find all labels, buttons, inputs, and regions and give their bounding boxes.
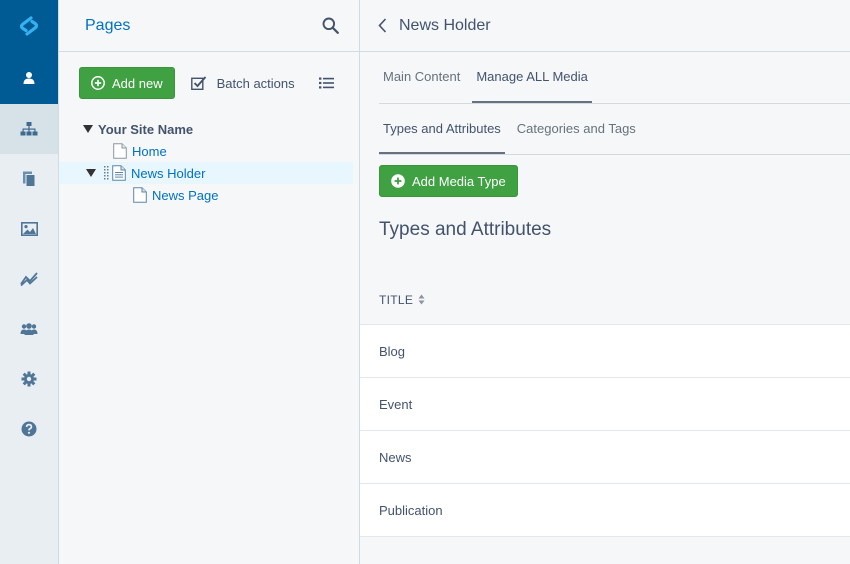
silverstripe-logo-icon (19, 16, 39, 36)
holder-page-icon (112, 165, 126, 181)
expand-arrow-icon[interactable] (83, 125, 93, 133)
batch-actions-label: Batch actions (216, 75, 295, 91)
sitetree-icon (20, 122, 38, 136)
security-icon (20, 323, 38, 335)
table-row[interactable]: Publication (360, 484, 850, 537)
logo[interactable] (0, 0, 58, 52)
search-icon[interactable] (322, 17, 339, 34)
rail-item-images[interactable] (0, 204, 58, 254)
checkbox-checked-icon (190, 76, 206, 90)
add-media-type-label: Add Media Type (412, 173, 506, 189)
plus-circle-icon (391, 174, 405, 188)
sort-icon[interactable] (418, 294, 425, 305)
list-view-icon[interactable] (318, 77, 334, 89)
tree-root-label: Your Site Name (98, 121, 194, 137)
drag-handle-icon[interactable] (104, 166, 109, 180)
edit-panel-header: News Holder (360, 0, 850, 52)
plus-circle-icon (91, 76, 105, 90)
tree-panel-title: Pages (85, 16, 131, 34)
edit-panel: News Holder Main Content Manage ALL Medi… (360, 0, 850, 564)
files-icon (23, 171, 36, 187)
table-row[interactable]: Blog (360, 325, 850, 378)
tree-panel-header: Pages (59, 0, 359, 52)
chevron-left-icon[interactable] (378, 18, 387, 33)
add-media-type-button[interactable]: Add Media Type (379, 165, 518, 197)
tree-node-news-page[interactable]: News Page (59, 184, 359, 206)
rail-item-security[interactable] (0, 304, 58, 354)
tree-root[interactable]: Your Site Name (59, 118, 359, 140)
tab-manage-all-media[interactable]: Manage ALL Media (472, 52, 592, 103)
site-tree: Your Site Name Home News Holder News Pag… (59, 104, 359, 206)
tab-categories-and-tags[interactable]: Categories and Tags (513, 104, 640, 154)
rail-item-help[interactable] (0, 404, 58, 454)
table-row[interactable]: News (360, 431, 850, 484)
page-title: News Holder (399, 16, 491, 34)
grid-header-title[interactable]: TITLE (360, 275, 850, 325)
rail-item-pages[interactable] (0, 104, 58, 154)
tree-node-label: Home (132, 143, 167, 159)
sub-tabs: Types and Attributes Categories and Tags (379, 104, 850, 155)
rail-item-reports[interactable] (0, 254, 58, 304)
page-icon (133, 187, 147, 203)
tree-toolbar: Add new Batch actions (59, 52, 359, 104)
section-title: Types and Attributes (379, 219, 552, 240)
rail-item-settings[interactable] (0, 354, 58, 404)
image-icon (20, 222, 38, 236)
rail-item-profile[interactable] (0, 52, 58, 104)
table-row[interactable]: Event (360, 378, 850, 431)
tree-node-label: News Page (152, 187, 219, 203)
add-new-label: Add new (112, 75, 163, 91)
column-title-label: TITLE (379, 292, 414, 307)
help-icon (21, 421, 37, 437)
tree-node-home[interactable]: Home (59, 140, 359, 162)
page-icon (113, 143, 127, 159)
tab-content: Add Media Type Types and Attributes (360, 155, 850, 241)
settings-icon (21, 371, 37, 387)
tab-main-content[interactable]: Main Content (379, 52, 464, 103)
rail-item-files[interactable] (0, 154, 58, 204)
reports-icon (20, 272, 38, 286)
site-tree-panel: Pages Add new Batch actions Your Site Na… (59, 0, 360, 564)
add-new-button[interactable]: Add new (79, 67, 175, 99)
media-types-grid: TITLE Blog Event News Publication (360, 275, 850, 537)
tree-node-news-holder[interactable]: News Holder (59, 162, 353, 184)
batch-actions-toggle[interactable]: Batch actions (190, 75, 295, 91)
tree-node-label: News Holder (131, 165, 206, 181)
profile-icon (23, 72, 35, 84)
expand-arrow-icon[interactable] (86, 169, 96, 177)
main-tabs: Main Content Manage ALL Media (379, 52, 850, 104)
cms-menu-rail (0, 0, 59, 564)
tab-types-and-attributes[interactable]: Types and Attributes (379, 104, 505, 154)
